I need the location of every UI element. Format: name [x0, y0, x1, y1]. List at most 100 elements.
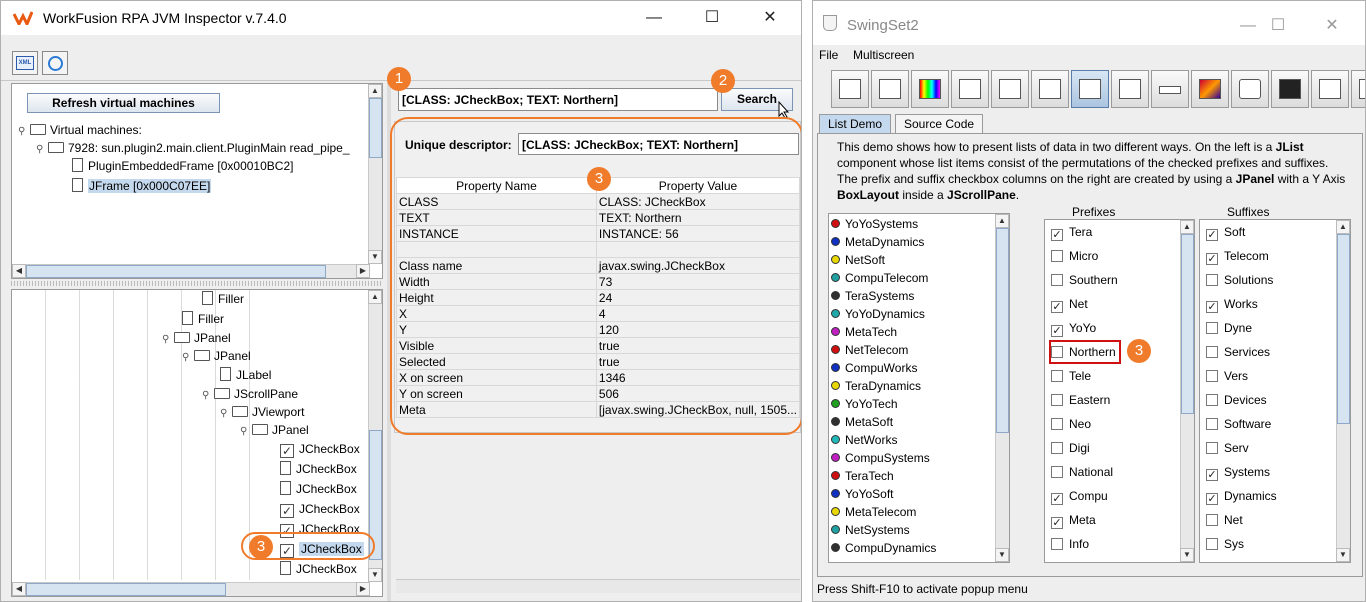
comp-tree-jcheckbox[interactable]: JCheckBox	[280, 480, 357, 498]
suffix-checkbox[interactable]: Vers	[1206, 367, 1248, 385]
checked-box-icon[interactable]: ✓	[1051, 517, 1063, 529]
suffix-checkbox[interactable]: Net	[1206, 511, 1243, 529]
close-button[interactable]: ✕	[747, 1, 793, 35]
checked-box-icon[interactable]: ✓	[1051, 325, 1063, 337]
unchecked-box-icon[interactable]	[1206, 322, 1218, 334]
prefixes-vscroll[interactable]: ▲ ▼	[1180, 220, 1194, 562]
comp-tree-jcheckbox[interactable]: ✓ JCheckBox	[280, 500, 360, 518]
checked-box-icon[interactable]: ✓	[1051, 301, 1063, 313]
suffix-checkbox[interactable]: Services	[1206, 343, 1270, 361]
tree-expander-icon[interactable]: ⚲	[220, 405, 230, 423]
toolbar-table-demo[interactable]	[1351, 70, 1365, 108]
maximize-button[interactable]: ☐	[1255, 9, 1301, 43]
prefix-checkbox[interactable]: Digi	[1051, 439, 1090, 457]
prefix-checkbox[interactable]: ✓ Meta	[1051, 511, 1096, 529]
list-item[interactable]: YoYoSoft	[831, 485, 894, 503]
list-item[interactable]: CompuWorks	[831, 359, 917, 377]
list-item[interactable]: NetSoft	[831, 251, 885, 269]
unchecked-box-icon[interactable]	[1051, 442, 1063, 454]
minimize-button[interactable]: —	[631, 1, 677, 35]
toolbar-combobox-demo[interactable]	[951, 70, 989, 108]
suffix-checkbox[interactable]: Dyne	[1206, 319, 1252, 337]
suffix-checkbox[interactable]: Serv	[1206, 439, 1249, 457]
tree-expander-icon[interactable]: ⚲	[202, 387, 212, 405]
suffix-checkbox[interactable]: ✓ Dynamics	[1206, 487, 1277, 505]
toolbar-slider-demo[interactable]	[1231, 70, 1269, 108]
checked-box-icon[interactable]: ✓	[1206, 301, 1218, 313]
prefix-checkbox[interactable]: Micro	[1051, 247, 1098, 265]
comp-tree-hscroll[interactable]: ◀ ▶	[12, 582, 370, 596]
toolbar-option-pane-demo[interactable]	[1111, 70, 1149, 108]
list-item[interactable]: NetTelecom	[831, 341, 908, 359]
unchecked-box-icon[interactable]	[1206, 394, 1218, 406]
toolbar-html-demo[interactable]	[1031, 70, 1069, 108]
tree-expander-icon[interactable]: ⚲	[240, 423, 250, 441]
suffix-checkbox[interactable]: ✓ Systems	[1206, 463, 1270, 481]
unchecked-box-icon[interactable]	[1206, 274, 1218, 286]
splitter[interactable]	[11, 281, 383, 286]
comp-tree-jcheckbox[interactable]: ✓ JCheckBox	[280, 440, 360, 458]
scroll-left-button[interactable]: ◀	[12, 582, 26, 596]
comp-tree-jviewport[interactable]: ⚲ JViewport	[220, 403, 304, 421]
list-item[interactable]: NetSystems	[831, 521, 910, 539]
tree-expander-icon[interactable]: ⚲	[18, 123, 28, 141]
comp-tree-jscrollpane[interactable]: ⚲ JScrollPane	[202, 385, 298, 403]
comp-tree-jlabel[interactable]: JLabel	[220, 366, 271, 384]
scroll-thumb[interactable]	[996, 228, 1009, 433]
unchecked-box-icon[interactable]	[1051, 250, 1063, 262]
prefix-checkbox[interactable]: Southern	[1051, 271, 1118, 289]
scroll-down-button[interactable]: ▼	[368, 250, 382, 264]
unchecked-box-icon[interactable]	[1051, 394, 1063, 406]
refresh-virtual-machines-button[interactable]: Refresh virtual machines	[27, 93, 220, 113]
checked-box-icon[interactable]: ✓	[1206, 493, 1218, 505]
menu-file[interactable]: File	[819, 48, 838, 62]
vm-tree-root[interactable]: ⚲ Virtual machines:	[18, 121, 142, 139]
tree-expander-icon[interactable]: ⚲	[182, 349, 192, 367]
list-item[interactable]: MetaSoft	[831, 413, 893, 431]
prefix-checkbox[interactable]: National	[1051, 463, 1113, 481]
list-item[interactable]: YoYoTech	[831, 395, 898, 413]
unchecked-box-icon[interactable]	[1051, 418, 1063, 430]
comp-tree-jcheckbox[interactable]: JCheckBox	[280, 560, 357, 578]
menu-multiscreen[interactable]: Multiscreen	[853, 48, 914, 62]
scroll-down-button[interactable]: ▼	[1180, 548, 1194, 562]
prefix-checkbox[interactable]: ✓ Compu	[1051, 487, 1108, 505]
checked-box-icon[interactable]: ✓	[1051, 229, 1063, 241]
suffixes-vscroll[interactable]: ▲ ▼	[1336, 220, 1350, 562]
tab-list-demo[interactable]: List Demo	[819, 114, 892, 134]
scroll-up-button[interactable]: ▲	[995, 214, 1009, 228]
checked-box-icon[interactable]: ✓	[1206, 253, 1218, 265]
list-vscroll[interactable]: ▲ ▼	[995, 214, 1009, 562]
vm-tree-embedded-frame[interactable]: PluginEmbeddedFrame [0x00010BC2]	[72, 157, 293, 175]
comp-tree-jpanel[interactable]: ⚲ JPanel	[182, 347, 251, 365]
vm-tree-vscroll[interactable]: ▲ ▼	[368, 84, 382, 264]
prefix-checkbox[interactable]: ✓ YoYo	[1051, 319, 1096, 337]
toolbar-internal-frame-demo[interactable]	[831, 70, 869, 108]
unchecked-box-icon[interactable]	[1206, 442, 1218, 454]
toolbar-split-pane-demo[interactable]	[1271, 70, 1309, 108]
list-item[interactable]: CompuTelecom	[831, 269, 928, 287]
scroll-up-button[interactable]: ▲	[368, 290, 382, 304]
unchecked-box-icon[interactable]	[1206, 370, 1218, 382]
vm-tree-process[interactable]: ⚲ 7928: sun.plugin2.main.client.PluginMai…	[36, 139, 350, 157]
checked-box-icon[interactable]: ✓	[1051, 493, 1063, 505]
unchecked-box-icon[interactable]	[1051, 466, 1063, 478]
unchecked-box-icon[interactable]	[1206, 538, 1218, 550]
toolbar-button-demo[interactable]	[871, 70, 909, 108]
list-item[interactable]: CompuSystems	[831, 449, 930, 467]
vm-tree-jframe[interactable]: JFrame [0x000C07EE]	[72, 177, 212, 195]
toolbar-list-demo[interactable]	[1071, 70, 1109, 108]
scroll-right-button[interactable]: ▶	[356, 264, 370, 278]
prefix-checkbox[interactable]: ✓ Net	[1051, 295, 1088, 313]
suffix-checkbox[interactable]: ✓ Soft	[1206, 223, 1245, 241]
prefix-checkbox[interactable]: Eastern	[1051, 391, 1110, 409]
scroll-down-button[interactable]: ▼	[995, 548, 1009, 562]
comp-tree-jpanel[interactable]: ⚲ JPanel	[240, 421, 309, 439]
comp-tree-filler[interactable]: Filler	[202, 290, 244, 308]
tree-expander-icon[interactable]: ⚲	[36, 141, 46, 159]
prefix-checkbox[interactable]: ✓ Tera	[1051, 223, 1092, 241]
suffix-checkbox[interactable]: ✓ Works	[1206, 295, 1258, 313]
scroll-thumb[interactable]	[26, 265, 326, 278]
checked-box-icon[interactable]: ✓	[1206, 229, 1218, 241]
list-item[interactable]: TeraSystems	[831, 287, 914, 305]
